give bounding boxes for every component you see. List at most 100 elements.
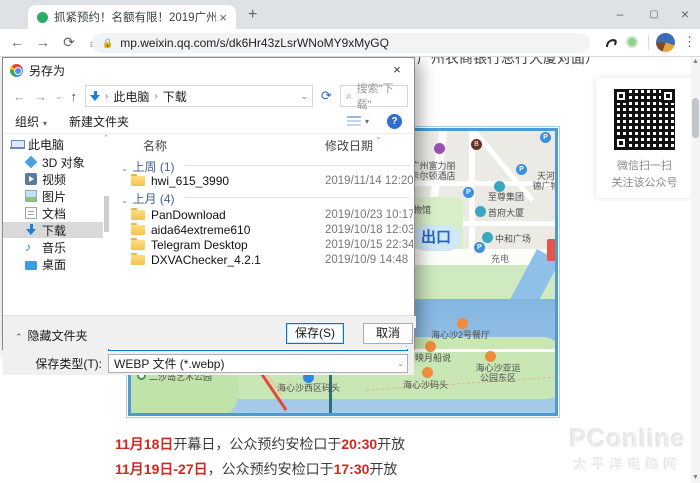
resize-grip[interactable]: ⋰ [405, 339, 413, 348]
bank-poi-icon[interactable]: B [471, 139, 482, 150]
sidebar-scroll-thumb[interactable] [104, 196, 109, 232]
window-minimize-button[interactable]: – [605, 0, 635, 28]
lock-icon: 🔒 [102, 38, 113, 49]
profile-avatar[interactable] [656, 33, 675, 52]
organize-dropdown-icon: ▾ [43, 119, 47, 128]
hide-folders-label: 隐藏文件夹 [28, 329, 88, 343]
group-header-last-month[interactable]: ⌄上月 (4) [121, 190, 175, 207]
window-close-button[interactable]: × [670, 0, 700, 28]
sidebar-item-pictures[interactable]: 图片 [3, 188, 103, 204]
restaurant-poi-icon[interactable] [457, 318, 468, 329]
map-label-zhizun: 至尊集团 [488, 192, 524, 202]
sidebar-item-downloads[interactable]: 下载 [3, 222, 103, 238]
file-date: 2019/10/9 14:48 [325, 254, 408, 266]
file-row[interactable]: hwi_615_3990 [131, 173, 229, 188]
map-label-west-wharf: 海心沙西区码头 [277, 383, 340, 393]
map-label-charge: 充电 [491, 254, 509, 264]
building-poi-icon[interactable] [494, 181, 505, 192]
building-poi-icon[interactable] [475, 206, 486, 217]
sidebar-item-documents[interactable]: 文档 [3, 205, 103, 221]
sidebar-label: 音乐 [42, 239, 66, 256]
folder-icon [131, 210, 145, 220]
parking-icon[interactable]: P [474, 242, 485, 253]
dialog-close-button[interactable]: × [380, 58, 414, 82]
wharf-poi-icon[interactable] [422, 367, 433, 378]
map-red-poi [547, 239, 558, 261]
browser-menu-button[interactable]: ⋮ [683, 34, 696, 50]
hide-folders-button[interactable]: ⌃隐藏文件夹 [15, 327, 88, 344]
address-breadcrumb[interactable]: › 此电脑 › 下载 ⌄ [85, 85, 313, 107]
nav-forward-button[interactable]: → [34, 89, 47, 104]
column-header-name[interactable]: 名称 [143, 137, 167, 154]
search-box[interactable]: ⌕ 搜索"下载" [340, 85, 408, 107]
building-poi-icon[interactable] [482, 232, 493, 243]
breadcrumb-this-pc[interactable]: 此电脑 [113, 88, 149, 105]
parking-icon[interactable]: P [516, 164, 527, 175]
scroll-down-arrow[interactable]: ▼ [691, 473, 700, 483]
download-icon [25, 224, 37, 236]
map-label-asiangames-park: 海心沙亚运 公园东区 [469, 363, 527, 384]
screen: 广州农商银行总行大厦对面） B P [0, 0, 700, 483]
extension-arrow-icon[interactable] [604, 35, 620, 56]
hotel-poi-icon[interactable] [434, 143, 445, 154]
view-mode-icon[interactable] [347, 116, 361, 127]
file-date: 2019/10/18 12:03 [325, 224, 413, 236]
new-folder-button[interactable]: 新建文件夹 [69, 113, 129, 130]
nav-up-button[interactable]: ↑ [71, 89, 78, 104]
scroll-thumb[interactable] [692, 98, 699, 138]
sidebar-item-desktop[interactable]: 桌面 [3, 256, 103, 272]
boat-poi-icon[interactable] [425, 341, 436, 352]
window-maximize-button[interactable]: ▢ [639, 0, 669, 28]
file-row[interactable]: aida64extreme610 [131, 222, 250, 237]
back-button[interactable]: ← [8, 34, 26, 50]
organize-button[interactable]: 组织 ▾ [15, 113, 47, 130]
new-tab-button[interactable]: + [248, 6, 257, 24]
view-dropdown-icon[interactable]: ▾ [365, 117, 369, 126]
save-button[interactable]: 保存(S) [286, 323, 344, 344]
sidebar-item-music[interactable]: ♪音乐 [3, 239, 103, 255]
sidebar-label: 桌面 [42, 256, 66, 273]
file-row[interactable]: Telegram Desktop [131, 237, 248, 252]
watermark-subtitle: 太平洋电脑网 [570, 454, 686, 473]
nav-back-button[interactable]: ← [13, 89, 26, 104]
sidebar-item-this-pc[interactable]: 此电脑 [3, 136, 103, 152]
dialog-titlebar[interactable]: 另存为 [3, 58, 414, 82]
sidebar-label: 3D 对象 [42, 154, 85, 171]
sidebar-item-3d-objects[interactable]: 3D 对象 [3, 154, 103, 170]
date-2: 11月19日-27日 [115, 461, 208, 477]
active-tab[interactable]: 抓紧预约！名额有限！2019广州 × [28, 5, 236, 29]
help-button[interactable]: ? [387, 114, 402, 129]
downloads-folder-icon [90, 91, 100, 101]
scroll-up-arrow[interactable]: ▲ [691, 57, 700, 67]
address-bar[interactable]: 🔒 mp.weixin.qq.com/s/dk6Hr43zLsrWNoMY9xM… [92, 33, 590, 53]
sidebar-scroll-up[interactable]: ⌃ [103, 134, 109, 142]
breadcrumb-downloads[interactable]: 下载 [163, 88, 187, 105]
parking-icon[interactable]: P [463, 187, 474, 198]
reload-button[interactable]: ⟳ [60, 34, 78, 51]
file-name: hwi_615_3990 [151, 174, 229, 188]
sidebar-item-videos[interactable]: 视频 [3, 171, 103, 187]
qr-eye [614, 89, 628, 103]
file-date: 2019/10/23 10:17 [325, 209, 413, 221]
file-row[interactable]: PanDownload [131, 207, 226, 222]
extension-dot-icon[interactable] [626, 36, 638, 48]
sort-indicator-icon[interactable]: ⌄ [375, 134, 382, 141]
page-scrollbar[interactable]: ▲ ▼ [691, 57, 700, 483]
refresh-button[interactable]: ⟳ [321, 88, 332, 104]
qr-panel: 微信扫一扫 关注该公众号 [596, 78, 693, 198]
map-label-zhonghe: 中和广场 [495, 234, 531, 244]
forward-button[interactable]: → [34, 34, 52, 50]
filetype-dropdown-icon[interactable]: ⌄ [397, 359, 404, 368]
parking-icon[interactable]: P [540, 132, 551, 143]
park-gate-poi-icon[interactable] [485, 351, 496, 362]
nav-history-dropdown[interactable]: ⌄ [55, 91, 63, 102]
filetype-select[interactable]: WEBP 文件 (*.webp) ⌄ [108, 354, 408, 373]
watermark: PConline 太平洋电脑网 [570, 425, 686, 473]
organize-label: 组织 [15, 115, 39, 129]
tab-close-button[interactable]: × [216, 10, 230, 25]
breadcrumb-dropdown[interactable]: ⌄ [301, 91, 309, 102]
dialog-title: 另存为 [29, 62, 65, 79]
column-header-date[interactable]: 修改日期 [325, 137, 373, 154]
folder-icon [131, 176, 145, 186]
file-row[interactable]: DXVAChecker_4.2.1 [131, 252, 261, 267]
